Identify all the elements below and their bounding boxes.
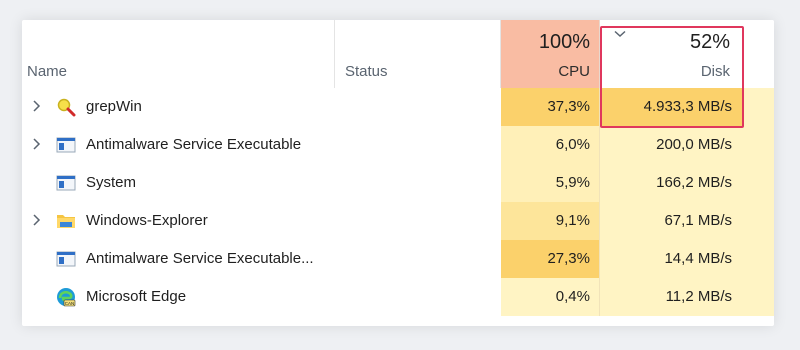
next-column-cell: [744, 126, 774, 164]
next-column-cell: [744, 164, 774, 202]
disk-value: 4.933,3 MB/s: [643, 98, 732, 115]
process-name-cell: grepWin: [22, 88, 501, 126]
svg-text:CAN: CAN: [65, 301, 75, 306]
process-table: Name Status 100% CPU 52% Disk grepWin 37,…: [22, 20, 774, 326]
disk-cell: 14,4 MB/s: [600, 240, 744, 278]
table-row[interactable]: CAN Microsoft Edge 0,4% 11,2 MB/s: [22, 278, 774, 316]
process-name: grepWin: [86, 98, 142, 115]
cpu-cell: 9,1%: [501, 202, 600, 240]
column-header-cpu[interactable]: 100% CPU: [501, 20, 600, 88]
process-name: System: [86, 174, 137, 191]
table-row[interactable]: Antimalware Service Executable... 27,3% 14…: [22, 240, 774, 278]
app-window-icon: [56, 173, 76, 193]
process-name: Windows-Explorer: [86, 212, 208, 229]
disk-cell: 166,2 MB/s: [600, 164, 744, 202]
disk-cell: 4.933,3 MB/s: [600, 88, 744, 126]
disk-value: 11,2 MB/s: [665, 288, 732, 305]
cpu-value: 9,1%: [555, 212, 590, 229]
cpu-cell: 6,0%: [501, 126, 600, 164]
process-name-cell: Antimalware Service Executable...: [22, 240, 501, 278]
cpu-total-percent: 100%: [538, 31, 590, 53]
process-name: Microsoft Edge: [86, 288, 187, 305]
process-name: Antimalware Service Executable...: [86, 250, 314, 267]
process-name-cell: Antimalware Service Executable: [22, 126, 501, 164]
cpu-cell: 37,3%: [501, 88, 600, 126]
column-disk-label: Disk: [700, 63, 730, 80]
cpu-value: 0,4%: [555, 288, 590, 305]
column-cpu-label: CPU: [558, 63, 590, 80]
expand-chevron-icon[interactable]: [29, 137, 43, 151]
disk-cell: 67,1 MB/s: [600, 202, 744, 240]
next-column-cell: [744, 88, 774, 126]
cpu-value: 5,9%: [555, 174, 590, 191]
cpu-cell: 5,9%: [501, 164, 600, 202]
column-status-label: Status: [345, 63, 388, 80]
disk-value: 200,0 MB/s: [656, 136, 732, 153]
column-header-next[interactable]: [744, 20, 774, 88]
process-name-cell: System: [22, 164, 501, 202]
next-column-cell: [744, 240, 774, 278]
disk-cell: 11,2 MB/s: [600, 278, 744, 316]
disk-cell: 200,0 MB/s: [600, 126, 744, 164]
next-column-cell: [744, 202, 774, 240]
process-name-cell: Windows-Explorer: [22, 202, 501, 240]
table-row[interactable]: System 5,9% 166,2 MB/s: [22, 164, 774, 202]
sort-descending-icon: [614, 30, 626, 38]
column-header-disk[interactable]: 52% Disk: [600, 20, 744, 88]
folder-icon: [56, 211, 76, 231]
cpu-cell: 0,4%: [501, 278, 600, 316]
cpu-value: 6,0%: [555, 136, 590, 153]
table-row[interactable]: grepWin 37,3% 4.933,3 MB/s: [22, 88, 774, 126]
column-header-status[interactable]: Status: [335, 20, 501, 88]
edge-browser-icon: CAN: [56, 287, 76, 307]
process-name: Antimalware Service Executable: [86, 136, 302, 153]
cpu-value: 27,3%: [547, 250, 590, 267]
next-column-cell: [744, 278, 774, 316]
expand-chevron-icon[interactable]: [29, 99, 43, 113]
table-row[interactable]: Antimalware Service Executable 6,0% 200,0 …: [22, 126, 774, 164]
app-window-icon: [56, 249, 76, 269]
disk-total-percent: 52%: [689, 31, 730, 53]
disk-value: 166,2 MB/s: [656, 174, 732, 191]
app-window-icon: [56, 135, 76, 155]
process-name-cell: CAN Microsoft Edge: [22, 278, 501, 316]
disk-value: 14,4 MB/s: [664, 250, 732, 267]
column-name-label: Name: [27, 63, 68, 80]
expand-chevron-icon[interactable]: [29, 213, 43, 227]
column-header-name[interactable]: Name: [22, 20, 335, 88]
disk-value: 67,1 MB/s: [664, 212, 732, 229]
table-header: Name Status 100% CPU 52% Disk: [22, 20, 774, 88]
magnifier-icon: [56, 97, 76, 117]
table-row[interactable]: Windows-Explorer 9,1% 67,1 MB/s: [22, 202, 774, 240]
cpu-value: 37,3%: [547, 98, 590, 115]
cpu-cell: 27,3%: [501, 240, 600, 278]
